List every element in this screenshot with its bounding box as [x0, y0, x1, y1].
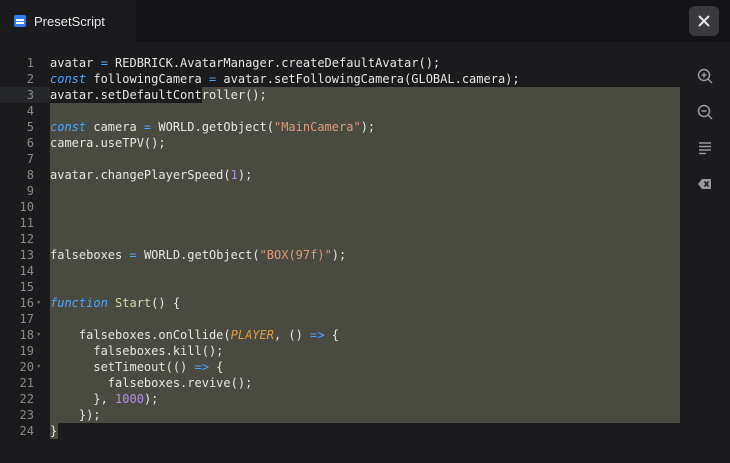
close-icon: [698, 15, 710, 27]
code-line: 14: [0, 263, 680, 279]
line-number: 17: [19, 312, 34, 326]
line-number: 10: [19, 200, 34, 214]
code-line: 19 falseboxes.kill();: [0, 343, 680, 359]
code-text: falseboxes.onCollide(PLAYER, () => {: [50, 328, 340, 342]
code-line: 17: [0, 311, 680, 327]
tab-presetscript[interactable]: PresetScript: [0, 0, 136, 42]
code-line: 4: [0, 103, 680, 119]
format-icon: [699, 142, 711, 155]
line-number: 4: [26, 104, 34, 118]
code-line: 3 avatar.setDefaultController();: [0, 87, 680, 103]
line-number: 6: [26, 136, 34, 150]
line-number: 5: [26, 120, 34, 134]
code-area[interactable]: 1 avatar = REDBRICK.AvatarManager.createD…: [0, 55, 680, 439]
line-number: 22: [19, 392, 34, 406]
clear-icon: [698, 179, 711, 189]
code-line: 2 const followingCamera = avatar.setFollo…: [0, 71, 680, 87]
code-text: avatar.changePlayerSpeed(1);: [50, 168, 253, 182]
tab-label: PresetScript: [34, 13, 105, 29]
close-button[interactable]: [689, 6, 719, 36]
code-text: camera.useTPV();: [50, 136, 166, 150]
zoom-out-button[interactable]: [690, 94, 720, 130]
editor-toolbar: [690, 58, 720, 202]
code-text: avatar = REDBRICK.AvatarManager.createDe…: [50, 56, 441, 70]
line-number: 8: [26, 168, 34, 182]
line-number: 7: [26, 152, 34, 166]
format-button[interactable]: [690, 130, 720, 166]
code-line: 6 camera.useTPV();: [0, 135, 680, 151]
line-number: 11: [19, 216, 34, 230]
line-number: 2: [26, 72, 34, 86]
code-line: 12: [0, 231, 680, 247]
code-line: 5 const camera = WORLD.getObject("MainCam…: [0, 119, 680, 135]
fold-toggle-icon[interactable]: ▾: [36, 327, 41, 343]
code-line: 18 ▾ falseboxes.onCollide(PLAYER, () => {: [0, 327, 680, 343]
line-number: 19: [19, 344, 34, 358]
code-text: });: [50, 408, 101, 422]
line-number: 13: [19, 248, 34, 262]
line-number: 16: [19, 296, 34, 310]
code-line: 22 }, 1000);: [0, 391, 680, 407]
code-line: 15: [0, 279, 680, 295]
code-line: 20 ▾ setTimeout(() => {: [0, 359, 680, 375]
zoom-out-icon: [697, 104, 713, 120]
code-text: }: [50, 424, 58, 438]
code-text: const followingCamera = avatar.setFollow…: [50, 72, 520, 86]
tab-bar: PresetScript: [0, 0, 730, 42]
code-text: setTimeout(() => {: [50, 360, 224, 374]
line-number: 14: [19, 264, 34, 278]
line-number: 18: [19, 328, 34, 342]
code-line: 16 ▾ function Start() {: [0, 295, 680, 311]
clear-button[interactable]: [690, 166, 720, 202]
script-file-icon: [14, 15, 26, 27]
line-number: 20: [19, 360, 34, 374]
code-text: const camera = WORLD.getObject("MainCame…: [50, 120, 376, 134]
line-number: 1: [26, 56, 34, 70]
line-number: 12: [19, 232, 34, 246]
code-text: falseboxes.kill();: [50, 344, 224, 358]
code-line: 9: [0, 183, 680, 199]
code-line: 7: [0, 151, 680, 167]
code-line: 23 });: [0, 407, 680, 423]
zoom-in-icon: [697, 68, 713, 84]
code-line: 24}: [0, 423, 680, 439]
line-number: 21: [19, 376, 34, 390]
code-text: }, 1000);: [50, 392, 159, 406]
code-text: function Start() {: [50, 296, 181, 310]
fold-toggle-icon[interactable]: ▾: [36, 295, 41, 311]
line-number: 23: [19, 408, 34, 422]
zoom-in-button[interactable]: [690, 58, 720, 94]
line-number: 9: [26, 184, 34, 198]
code-line: 1 avatar = REDBRICK.AvatarManager.createD…: [0, 55, 680, 71]
code-text: falseboxes.revive();: [50, 376, 253, 390]
line-number: 24: [19, 424, 34, 438]
code-text: falseboxes = WORLD.getObject("BOX(97f)")…: [50, 248, 347, 262]
line-number: 15: [19, 280, 34, 294]
code-line: 8 avatar.changePlayerSpeed(1);: [0, 167, 680, 183]
code-line: 21 falseboxes.revive();: [0, 375, 680, 391]
code-line: 11: [0, 215, 680, 231]
line-number: 3: [26, 88, 34, 102]
fold-toggle-icon[interactable]: ▾: [36, 359, 41, 375]
code-text: avatar.setDefaultController();: [50, 88, 267, 102]
code-line: 13 falseboxes = WORLD.getObject("BOX(97f)…: [0, 247, 680, 263]
code-line: 10: [0, 199, 680, 215]
